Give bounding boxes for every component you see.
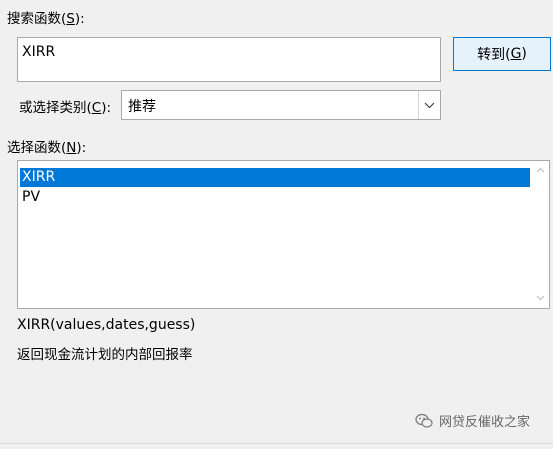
category-label: 或选择类别(C):	[19, 100, 112, 116]
watermark: 网贷反催收之家	[415, 411, 530, 430]
function-list[interactable]: XIRR PV	[17, 160, 550, 309]
access-key-n: N	[66, 140, 77, 156]
search-function-input[interactable]: XIRR	[17, 37, 441, 82]
list-item-xirr[interactable]: XIRR	[20, 168, 530, 187]
watermark-text: 网贷反催收之家	[439, 415, 531, 430]
divider	[0, 443, 553, 444]
list-item-pv[interactable]: PV	[20, 188, 40, 207]
function-description: 返回现金流计划的内部回报率	[17, 347, 193, 363]
chevron-down-icon[interactable]	[418, 91, 440, 119]
access-key-g: G	[510, 46, 522, 62]
vertical-scrollbar[interactable]	[532, 161, 549, 308]
select-function-label: 选择函数(N):	[7, 140, 87, 156]
access-key-c: C	[91, 100, 102, 116]
function-signature: XIRR(values,dates,guess)	[17, 317, 196, 333]
chevron-up-icon[interactable]	[535, 165, 546, 176]
access-key-s: S	[66, 11, 75, 27]
chevron-down-icon[interactable]	[535, 292, 546, 303]
category-select[interactable]: 推荐	[121, 90, 441, 120]
goto-button[interactable]: 转到(G)	[453, 37, 551, 71]
search-function-label: 搜索函数(S):	[7, 11, 85, 27]
wechat-icon	[415, 413, 433, 428]
category-selected-value: 推荐	[128, 99, 156, 115]
